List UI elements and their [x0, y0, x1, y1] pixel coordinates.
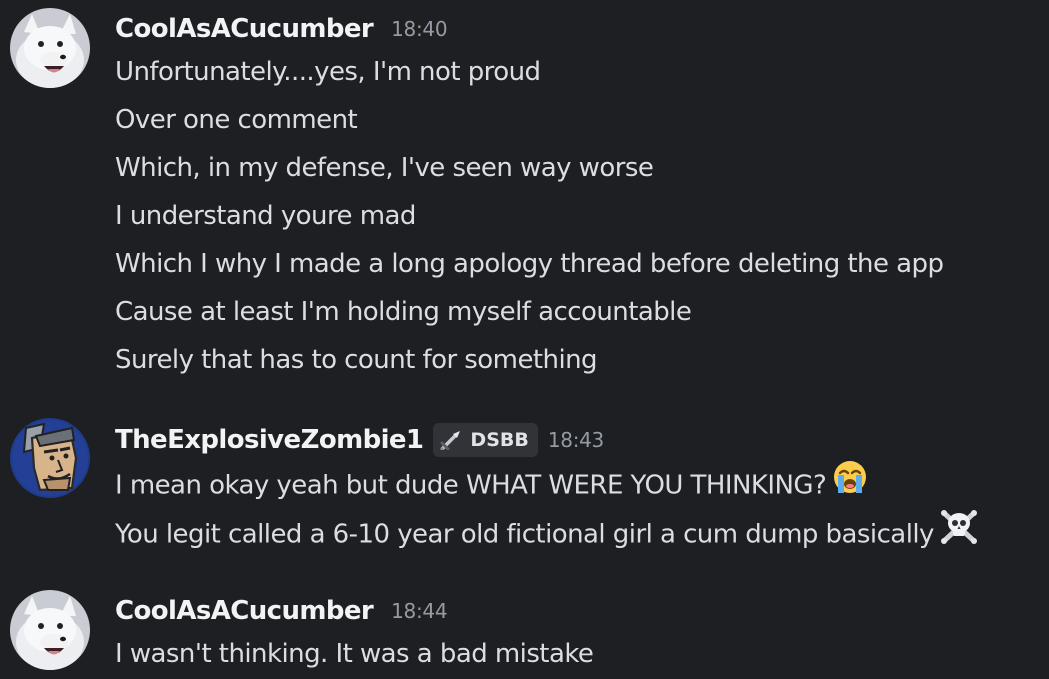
username[interactable]: CoolAsACucumber	[115, 596, 374, 626]
arctic-fox-avatar-icon	[10, 590, 90, 670]
cartoon-man-avatar-icon	[10, 418, 90, 498]
message-header: CoolAsACucumber 18:40	[115, 11, 448, 47]
message-text: I understand youre mad	[115, 201, 416, 231]
message-header: TheExplosiveZombie1 DSBB 18:43	[115, 422, 604, 458]
message-text: Unfortunately....yes, I'm not proud	[115, 57, 541, 87]
loudly-crying-face-emoji-icon	[832, 459, 868, 507]
message-text: Cause at least I'm holding myself accoun…	[115, 297, 692, 327]
arctic-fox-avatar-icon	[10, 8, 90, 88]
message-text-content: You legit called a 6-10 year old fiction…	[115, 519, 934, 550]
message-text: Which I why I made a long apology thread…	[115, 249, 944, 279]
message-group: CoolAsACucumber 18:44 I wasn't thinking.…	[0, 582, 1049, 679]
message-text: I wasn't thinking. It was a bad mistake	[115, 639, 594, 669]
message-header: CoolAsACucumber 18:44	[115, 593, 448, 629]
timestamp[interactable]: 18:44	[391, 599, 447, 623]
message-text: Which, in my defense, I've seen way wors…	[115, 153, 654, 183]
timestamp[interactable]: 18:43	[548, 428, 604, 452]
sword-icon	[440, 430, 464, 450]
username[interactable]: CoolAsACucumber	[115, 14, 374, 44]
message-text: Surely that has to count for something	[115, 345, 598, 375]
role-tag-label: DSBB	[470, 429, 529, 451]
message-text: You legit called a 6-10 year old fiction…	[115, 510, 978, 550]
message-text: Over one comment	[115, 105, 358, 135]
role-tag[interactable]: DSBB	[433, 423, 538, 457]
skull-and-crossbones-emoji-icon	[940, 507, 978, 557]
message-text-content: I mean okay yeah but dude WHAT WERE YOU …	[115, 470, 827, 501]
avatar[interactable]	[10, 590, 90, 670]
avatar[interactable]	[10, 8, 90, 88]
message-group: TheExplosiveZombie1 DSBB 18:43 I mean ok…	[0, 410, 1049, 560]
username[interactable]: TheExplosiveZombie1	[115, 425, 424, 455]
message-group: CoolAsACucumber 18:40 Unfortunately....y…	[0, 0, 1049, 380]
timestamp[interactable]: 18:40	[391, 17, 447, 41]
message-text: I mean okay yeah but dude WHAT WERE YOU …	[115, 461, 868, 502]
avatar[interactable]	[10, 418, 90, 498]
